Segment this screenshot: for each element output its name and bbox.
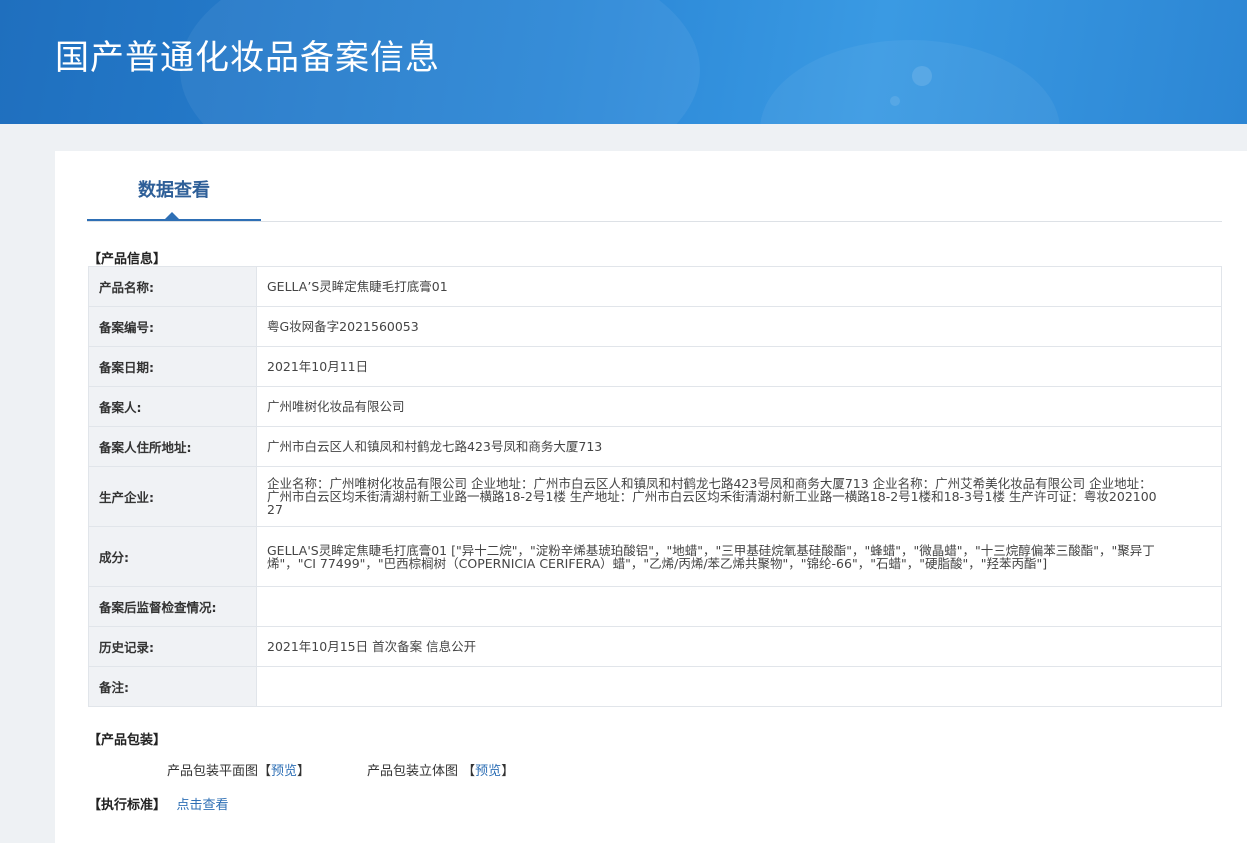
bracket-close: 】: [297, 764, 311, 779]
banner-decoration: [890, 96, 900, 106]
row-value: GELLA’S灵眸定焦睫毛打底膏01: [256, 266, 1222, 307]
preview-solid-link[interactable]: 预览: [475, 764, 501, 779]
tab-data-view[interactable]: 数据查看: [87, 151, 261, 221]
row-key: 备案人住所地址:: [88, 426, 257, 467]
row-value: 企业名称：广州唯树化妆品有限公司 企业地址：广州市白云区人和镇凤和村鹤龙七路42…: [256, 466, 1222, 527]
table-row: 成分: GELLA'S灵眸定焦睫毛打底膏01 ["异十二烷"，"淀粉辛烯基琥珀酸…: [88, 526, 1222, 587]
banner-decoration: [760, 40, 1060, 124]
row-key: 产品名称:: [88, 266, 257, 307]
header-banner: 国产普通化妆品备案信息: [0, 0, 1247, 124]
bracket-open: 【: [462, 764, 476, 779]
row-key: 备案日期:: [88, 346, 257, 387]
row-value: GELLA'S灵眸定焦睫毛打底膏01 ["异十二烷"，"淀粉辛烯基琥珀酸铝"，"…: [256, 526, 1222, 587]
tab-bar: 数据查看: [87, 151, 1222, 222]
table-row: 备案人住所地址: 广州市白云区人和镇凤和村鹤龙七路423号凤和商务大厦713: [88, 426, 1222, 467]
row-key: 成分:: [88, 526, 257, 587]
row-value: 2021年10月15日 首次备案 信息公开: [256, 626, 1222, 667]
table-row: 备注:: [88, 666, 1222, 707]
row-value: 广州市白云区人和镇凤和村鹤龙七路423号凤和商务大厦713: [256, 426, 1222, 467]
table-row: 备案后监督检查情况:: [88, 586, 1222, 627]
packaging-solid-label: 产品包装立体图: [367, 764, 459, 779]
table-row: 备案日期: 2021年10月11日: [88, 346, 1222, 387]
row-key: 生产企业:: [88, 466, 257, 527]
preview-flat-link[interactable]: 预览: [271, 764, 297, 779]
row-key: 备注:: [88, 666, 257, 707]
packaging-solid: 产品包装立体图 【预览】: [367, 760, 514, 779]
row-value: 广州唯树化妆品有限公司: [256, 386, 1222, 427]
section-title-packaging: 【产品包装】: [88, 733, 167, 748]
row-key: 历史记录:: [88, 626, 257, 667]
table-row: 备案人: 广州唯树化妆品有限公司: [88, 386, 1222, 427]
packaging-flat-label: 产品包装平面图: [167, 764, 259, 779]
standard-label: 【执行标准】: [88, 798, 167, 813]
table-row: 产品名称: GELLA’S灵眸定焦睫毛打底膏01: [88, 266, 1222, 307]
packaging-flat: 产品包装平面图【预览】: [167, 760, 310, 779]
bracket-open: 【: [258, 764, 272, 779]
view-standard-link[interactable]: 点击查看: [177, 798, 229, 813]
table-row: 生产企业: 企业名称：广州唯树化妆品有限公司 企业地址：广州市白云区人和镇凤和村…: [88, 466, 1222, 527]
page-title: 国产普通化妆品备案信息: [55, 38, 440, 78]
section-title-standard: 【执行标准】 点击查看: [88, 794, 229, 813]
row-value: [256, 666, 1222, 707]
table-row: 备案编号: 粤G妆网备字2021560053: [88, 306, 1222, 347]
row-value: 粤G妆网备字2021560053: [256, 306, 1222, 347]
row-key: 备案编号:: [88, 306, 257, 347]
tab-caret-icon: [165, 212, 179, 219]
row-value: 2021年10月11日: [256, 346, 1222, 387]
row-value: [256, 586, 1222, 627]
row-key: 备案后监督检查情况:: [88, 586, 257, 627]
row-key: 备案人:: [88, 386, 257, 427]
table-row: 历史记录: 2021年10月15日 首次备案 信息公开: [88, 626, 1222, 667]
section-title-product-info: 【产品信息】: [88, 252, 167, 267]
product-info-table: 产品名称: GELLA’S灵眸定焦睫毛打底膏01 备案编号: 粤G妆网备字202…: [88, 266, 1222, 707]
bracket-close: 】: [501, 764, 515, 779]
tab-label: 数据查看: [138, 180, 210, 201]
banner-decoration: [912, 66, 932, 86]
content-panel: 数据查看 【产品信息】 产品名称: GELLA’S灵眸定焦睫毛打底膏01 备案编…: [55, 151, 1247, 843]
